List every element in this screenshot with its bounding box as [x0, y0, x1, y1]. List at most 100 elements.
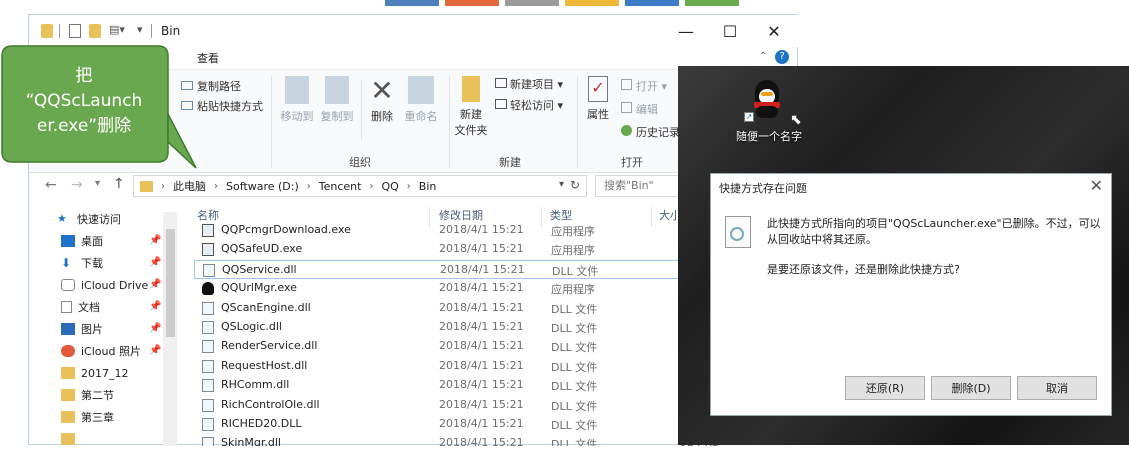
breadcrumb-item[interactable]: Tencent	[319, 180, 362, 193]
file-row[interactable]: RichControlOle.dll2018/4/1 15:21DLL 文件94…	[194, 396, 719, 415]
folder-icon	[61, 411, 75, 423]
restore-button[interactable]: 还原(R)	[845, 376, 925, 400]
file-row[interactable]: QQUrlMgr.exe 2018/4/1 15:21 应用程序	[194, 279, 682, 298]
ribbon-divider	[361, 80, 362, 140]
instruction-callout: 把 “QQScLaunch er.exe”删除	[0, 44, 197, 169]
file-date: 2018/4/1 15:21	[439, 223, 524, 236]
rename-button[interactable]: 重命名	[401, 76, 441, 124]
file-row[interactable]: RHComm.dll 2018/4/1 15:21 DLL 文件	[194, 376, 682, 395]
easy-access-icon	[495, 99, 507, 109]
file-row[interactable]: QScanEngine.dll 2018/4/1 15:21 DLL 文件	[194, 299, 682, 318]
shortcut-arrow-icon: ↗	[744, 112, 754, 122]
picture-icon	[61, 323, 75, 335]
file-type: DLL 文件	[551, 380, 598, 394]
forward-button[interactable]: →	[71, 177, 83, 193]
file-row[interactable]: SkinMgr.dll2018/4/1 15:21DLL 文件524 KB	[194, 434, 719, 446]
folder-icon	[61, 433, 75, 445]
nav-folder-section2[interactable]: 第二节	[61, 384, 114, 406]
properties-button[interactable]: ✓ 属性	[581, 76, 615, 122]
dialog-close-icon[interactable]: ✕	[1090, 176, 1103, 195]
pin-icon: 📌	[149, 301, 162, 312]
qq-penguin-icon[interactable]	[750, 80, 784, 120]
file-type: DLL 文件	[551, 341, 598, 355]
address-bar[interactable]: › 此电脑 › Software (D:) › Tencent › QQ › B…	[133, 175, 587, 197]
file-date: 2018/4/1 15:21	[439, 358, 524, 372]
breadcrumb-item[interactable]: Bin	[419, 180, 437, 193]
file-row[interactable]: RICHED20.DLL 2018/4/1 15:21 DLL 文件	[194, 415, 682, 434]
close-button[interactable]: ✕	[751, 15, 797, 47]
folder-icon	[61, 389, 75, 401]
file-type: DLL 文件	[552, 264, 599, 278]
file-row[interactable]: QQService.dll 2018/4/1 15:21 DLL 文件	[194, 259, 682, 279]
file-name: RenderService.dll	[221, 339, 318, 353]
pin-icon: 📌	[149, 235, 162, 246]
file-row[interactable]: RequestHost.dll 2018/4/1 15:21 DLL 文件	[194, 357, 682, 376]
quick-access-dropdown-icon[interactable]: ▾	[137, 23, 143, 36]
nav-folder-chapter3[interactable]: 第三章	[61, 406, 114, 428]
document-icon	[61, 301, 72, 313]
nav-folder-partial[interactable]	[61, 428, 81, 450]
file-row[interactable]: QSLogic.dll 2018/4/1 15:21 DLL 文件	[194, 318, 682, 337]
separator	[59, 24, 60, 38]
recent-dropdown-button[interactable]: ▾	[95, 178, 100, 189]
nav-quick-access[interactable]: ★ 快速访问	[57, 208, 121, 230]
file-row[interactable]: QQPcmgrDownload.exe 2018/4/1 15:21 应用程序	[194, 221, 682, 240]
refresh-icon[interactable]: ↻	[570, 178, 580, 192]
copy-to-icon	[325, 76, 349, 104]
file-row[interactable]: QQSafeUD.exe 2018/4/1 15:21 应用程序	[194, 240, 682, 259]
edit-button[interactable]: 编辑	[621, 101, 658, 117]
download-icon: ⬇	[61, 256, 72, 270]
open-button[interactable]: 打开 ▾	[621, 78, 667, 94]
top-tile-green	[685, 0, 739, 6]
nav-pictures[interactable]: 图片	[61, 318, 103, 340]
maximize-button[interactable]: ☐	[707, 15, 753, 47]
nav-downloads[interactable]: ⬇ 下载	[61, 252, 103, 274]
file-date: 2018/4/1 15:21	[440, 262, 525, 276]
file-date: 2018/4/1 15:21	[439, 339, 524, 353]
file-date: 2018/4/1 15:21	[439, 242, 524, 256]
nav-icloud-photos[interactable]: iCloud 照片	[61, 340, 141, 362]
nav-folder-2017-12[interactable]: 2017_12	[61, 362, 129, 384]
dll-icon	[202, 321, 214, 334]
delete-x-icon: ✕	[370, 74, 394, 107]
dll-icon	[202, 301, 214, 315]
cancel-button[interactable]: 取消	[1017, 376, 1097, 400]
easy-access-button[interactable]: 轻松访问 ▾	[495, 97, 563, 113]
breadcrumb-item[interactable]: Software (D:)	[226, 180, 299, 193]
help-icon[interactable]: ?	[775, 50, 789, 64]
dll-icon	[202, 379, 214, 393]
new-item-button[interactable]: 新建项目 ▾	[495, 76, 563, 92]
new-folder-icon[interactable]	[89, 24, 101, 38]
breadcrumb-item[interactable]: QQ	[381, 180, 398, 193]
nav-scrollbar-thumb[interactable]	[166, 229, 175, 337]
location-folder-icon	[140, 180, 153, 192]
history-button[interactable]: 历史记录	[621, 124, 680, 140]
sort-indicator-icon: ⌃	[307, 205, 315, 212]
minimize-button[interactable]: —	[663, 15, 709, 47]
nav-desktop[interactable]: 桌面	[61, 230, 103, 252]
desktop-shortcut-label[interactable]: 随便一个名字	[736, 128, 802, 144]
ribbon-divider	[271, 76, 272, 168]
copy-to-button[interactable]: 复制到	[317, 76, 357, 124]
file-row[interactable]: RenderService.dll 2018/4/1 15:21 DLL 文件	[194, 337, 682, 356]
ribbon-collapse-icon[interactable]: ⌃	[759, 51, 767, 62]
view-dropdown-icon[interactable]: ▤▾	[109, 23, 125, 36]
nav-icloud-drive[interactable]: iCloud Drive	[61, 274, 148, 296]
properties-check-icon[interactable]	[69, 24, 81, 38]
file-name: QScanEngine.dll	[221, 300, 311, 314]
rename-icon	[408, 76, 434, 104]
tab-view[interactable]: 查看	[197, 50, 219, 66]
new-folder-button[interactable]: 新建 文件夹	[451, 76, 491, 138]
up-button[interactable]: ↑	[113, 176, 125, 192]
back-button[interactable]: ←	[45, 177, 57, 193]
delete-button[interactable]: ✕ 删除	[365, 76, 399, 124]
nav-documents[interactable]: 文档	[61, 296, 100, 318]
file-date: 2018/4/1 15:21	[439, 300, 524, 314]
delete-button[interactable]: 删除(D)	[931, 376, 1011, 400]
breadcrumb-item[interactable]: 此电脑	[173, 178, 206, 194]
address-dropdown-icon[interactable]: ▾	[559, 179, 564, 190]
pin-icon: 📌	[149, 345, 162, 356]
file-name: RICHED20.DLL	[221, 417, 302, 430]
title-bar: ▤▾ ▾ Bin — ☐ ✕	[29, 15, 799, 47]
move-to-button[interactable]: 移动到	[277, 76, 317, 124]
